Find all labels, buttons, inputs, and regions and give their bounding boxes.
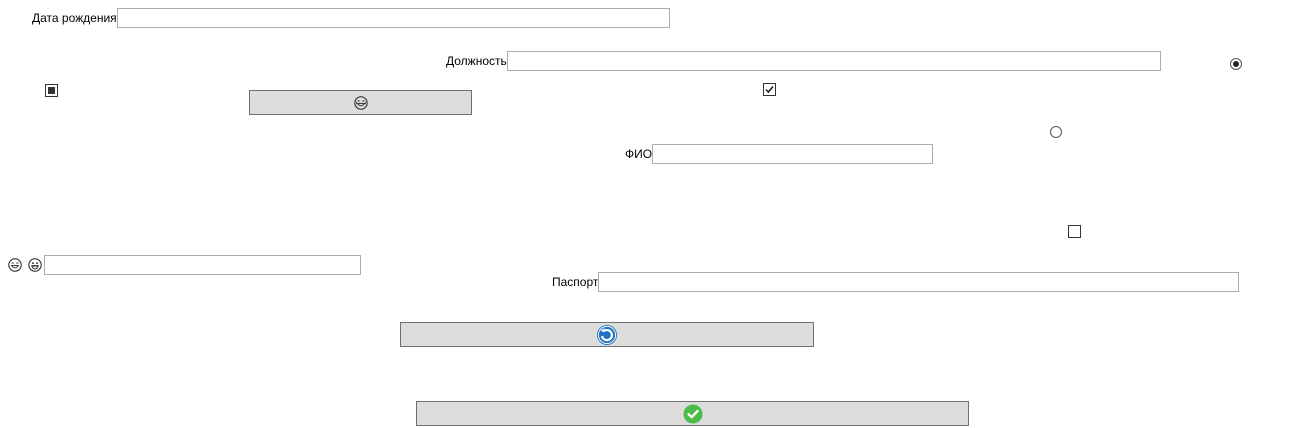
birth-date-field[interactable] — [117, 8, 670, 28]
emoji-button[interactable] — [249, 90, 472, 115]
green-checkmark-icon — [683, 404, 702, 423]
passport-field[interactable] — [598, 272, 1239, 292]
position-label: Должность — [446, 54, 507, 68]
checkmark-icon — [765, 85, 774, 94]
birth-date-label: Дата рождения — [32, 11, 117, 25]
radio-button-unselected[interactable] — [1050, 126, 1062, 138]
fio-field[interactable] — [652, 144, 933, 164]
laughing-face-icon — [8, 258, 22, 272]
grinning-face-icon — [28, 258, 42, 272]
checkbox-indeterminate-mark — [48, 87, 55, 94]
radio-button-selected[interactable] — [1230, 58, 1242, 70]
emoji-text-field[interactable] — [44, 255, 361, 275]
checkbox-checked[interactable] — [763, 83, 776, 96]
checkbox-unchecked[interactable] — [1068, 225, 1081, 238]
passport-label: Паспорт — [552, 275, 599, 289]
laughing-face-icon — [353, 95, 368, 110]
radio-selected-dot — [1233, 61, 1239, 67]
fio-label: ФИО — [625, 147, 653, 161]
refresh-button[interactable] — [400, 322, 814, 347]
checkbox-indeterminate[interactable] — [45, 84, 58, 97]
position-field[interactable] — [507, 51, 1161, 71]
confirm-button[interactable] — [416, 401, 969, 426]
refresh-icon — [597, 324, 617, 345]
